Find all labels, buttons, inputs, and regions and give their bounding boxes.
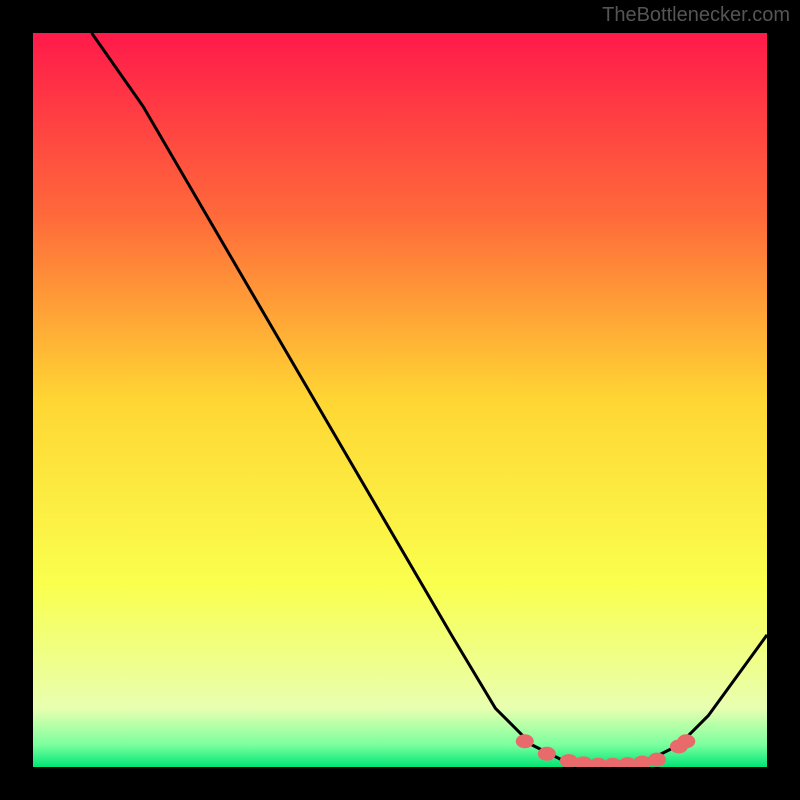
bottleneck-curve [92,33,767,765]
curve-layer [33,33,767,767]
data-dot [677,734,695,748]
chart-plot-area [33,33,767,767]
data-dot [538,747,556,761]
data-dot [648,753,666,767]
data-dot [516,734,534,748]
watermark-text: TheBottlenecker.com [602,4,790,27]
